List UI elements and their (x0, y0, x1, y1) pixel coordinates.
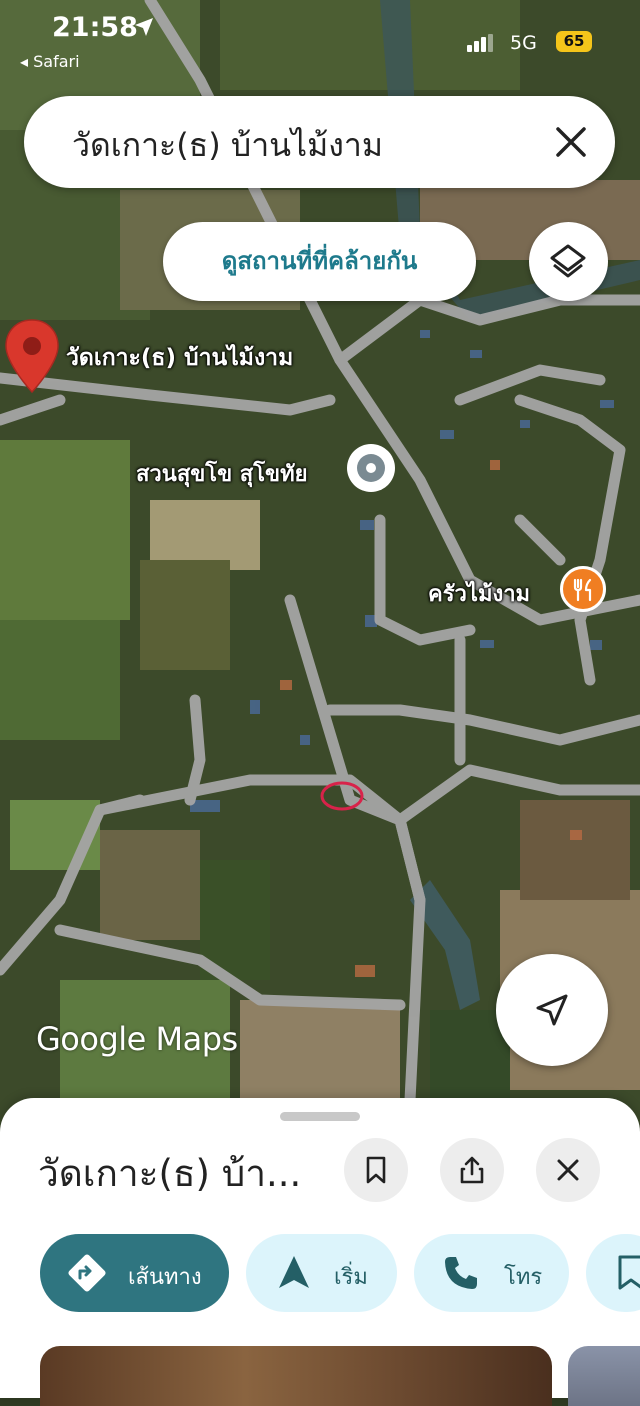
start-label: เริ่ม (334, 1265, 368, 1290)
search-query[interactable]: วัดเกาะ(ธ) บ้านไม้งาม (72, 120, 383, 171)
save-button[interactable] (344, 1138, 408, 1202)
bookmark-icon (366, 1156, 386, 1184)
sheet-drag-handle[interactable] (280, 1112, 360, 1121)
place-title: วัดเกาะ(ธ) บ้า... (38, 1152, 302, 1195)
restaurant-marker[interactable] (560, 566, 606, 612)
status-bar: 21:58 ◂ Safari 5G 65 (0, 0, 640, 80)
fork-knife-icon (573, 578, 592, 602)
more-actions-chip[interactable] (586, 1234, 640, 1312)
back-to-safari-link[interactable]: ◂ Safari (20, 52, 80, 71)
network-type: 5G (510, 32, 537, 54)
park-place-label[interactable]: สวนสุขโข สุโขทัย (136, 456, 307, 491)
share-button[interactable] (440, 1138, 504, 1202)
cellular-signal-icon (467, 34, 493, 52)
close-icon (557, 1159, 579, 1181)
park-marker-icon[interactable] (347, 444, 395, 492)
restaurant-place-label[interactable]: ครัวไม้งาม (428, 576, 530, 611)
directions-label: เส้นทาง (128, 1265, 202, 1290)
map-layers-button[interactable] (529, 222, 608, 301)
similar-places-button[interactable]: ดูสถานที่ที่คล้ายกัน (163, 222, 476, 301)
place-bottom-sheet[interactable]: วัดเกาะ(ธ) บ้า... เส้นทาง เริ่ม โทร (0, 1098, 640, 1406)
bookmark-icon (618, 1255, 640, 1290)
directions-icon (68, 1254, 106, 1292)
location-pin-icon[interactable] (4, 318, 60, 394)
close-sheet-button[interactable] (536, 1138, 600, 1202)
directions-button[interactable]: เส้นทาง (40, 1234, 229, 1312)
navigation-arrow-icon (536, 994, 568, 1026)
start-navigation-button[interactable]: เริ่ม (246, 1234, 397, 1312)
clear-search-icon[interactable] (550, 121, 592, 163)
place-photo[interactable] (40, 1346, 552, 1406)
share-icon (460, 1156, 484, 1184)
google-maps-watermark: Google Maps (36, 1020, 238, 1058)
location-services-icon (135, 18, 153, 36)
status-time: 21:58 (52, 12, 138, 43)
call-button[interactable]: โทร (414, 1234, 569, 1312)
search-bar[interactable]: วัดเกาะ(ธ) บ้านไม้งาม (24, 96, 615, 188)
layers-icon (550, 244, 586, 278)
my-location-button[interactable] (496, 954, 608, 1066)
place-photo-secondary[interactable] (568, 1346, 640, 1406)
call-label: โทร (504, 1265, 543, 1290)
navigation-arrow-icon (279, 1256, 309, 1288)
battery-indicator: 65 (556, 31, 592, 52)
pin-place-label[interactable]: วัดเกาะ(ธ) บ้านไม้งาม (66, 340, 293, 376)
phone-icon (445, 1257, 477, 1289)
